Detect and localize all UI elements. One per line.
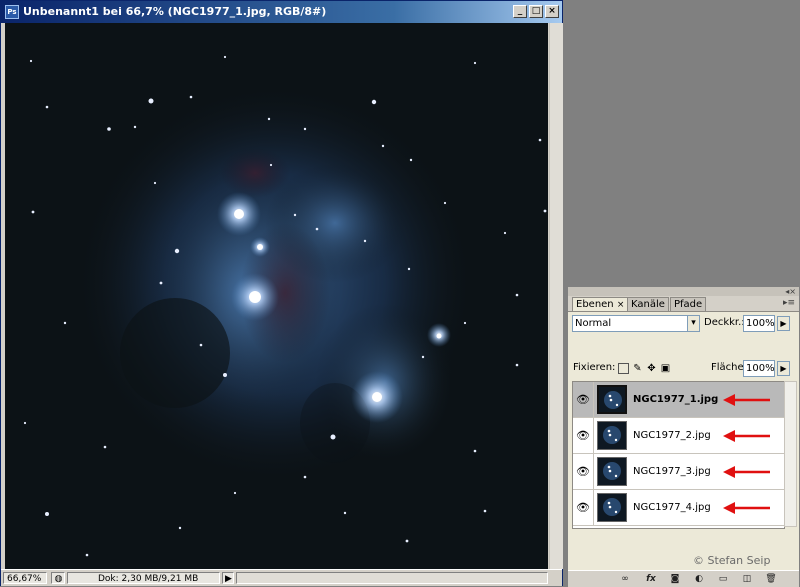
red-arrow-annotation	[723, 430, 770, 442]
layers-list: 👁 NGC1977_1.jpg 👁 NGC1977_2.jpg 👁 NGC197…	[572, 381, 785, 529]
opacity-slider-button[interactable]: ▶	[777, 316, 790, 331]
layer-name[interactable]: NGC1977_4.jpg	[633, 490, 711, 525]
layers-panel: ◂× Ebenen × Kanäle Pfade ▸≡ Normal ▾ Dec…	[567, 286, 800, 587]
layer-row[interactable]: 👁 NGC1977_2.jpg	[573, 418, 784, 454]
layer-thumbnail	[597, 421, 627, 450]
layer-thumbnail	[597, 457, 627, 486]
tab-kanaele[interactable]: Kanäle	[627, 297, 669, 311]
photoshop-app-icon: Ps	[5, 5, 19, 19]
lock-position-move-icon[interactable]: ✥	[646, 363, 657, 374]
layer-row[interactable]: 👁 NGC1977_3.jpg	[573, 454, 784, 490]
red-arrow-annotation	[723, 502, 770, 514]
layer-thumbnail	[597, 493, 627, 522]
red-arrow-annotation	[723, 466, 770, 478]
layer-row[interactable]: 👁 NGC1977_1.jpg	[573, 382, 784, 418]
document-horizontal-scrollbar[interactable]	[236, 572, 548, 584]
zoom-info-icon[interactable]: ◍	[51, 572, 65, 584]
minimize-button[interactable]: _	[513, 5, 527, 18]
fill-input[interactable]: 100%	[743, 360, 775, 377]
new-layer-icon[interactable]: ◫	[740, 573, 754, 585]
eye-visibility-icon[interactable]: 👁	[573, 454, 594, 489]
eye-visibility-icon[interactable]: 👁	[573, 382, 594, 417]
layer-thumbnail	[597, 385, 627, 414]
image-canvas[interactable]	[5, 23, 548, 569]
layers-list-scrollbar[interactable]	[784, 381, 797, 527]
lock-label: Fixieren:	[573, 362, 616, 373]
panel-options-menu-icon[interactable]: ▸≡	[783, 298, 795, 308]
link-icon[interactable]: ∞	[618, 573, 632, 585]
layers-panel-body: Normal ▾ Deckkr.: 100% ▶ Fixieren: ✎ ✥ ▣…	[568, 311, 799, 587]
fill-slider-button[interactable]: ▶	[777, 361, 790, 376]
copyright-credit: © Stefan Seip	[693, 554, 771, 567]
opacity-label: Deckkr.:	[704, 317, 745, 328]
panel-drag-bar[interactable]: ◂×	[568, 287, 799, 296]
mask-icon[interactable]: ◙	[668, 573, 682, 585]
layer-row[interactable]: 👁 NGC1977_4.jpg	[573, 490, 784, 526]
document-size-info: Dok: 2,30 MB/9,21 MB	[67, 572, 220, 584]
layer-name[interactable]: NGC1977_1.jpg	[633, 382, 718, 417]
tab-pfade[interactable]: Pfade	[670, 297, 707, 311]
zoom-field[interactable]: 66,67%	[3, 572, 47, 584]
red-arrow-annotation	[723, 394, 770, 406]
status-menu-arrow-icon[interactable]: ▶	[222, 572, 234, 584]
layer-name[interactable]: NGC1977_3.jpg	[633, 454, 711, 489]
nebula-image	[5, 23, 548, 569]
group-icon[interactable]: ▭	[716, 573, 730, 585]
document-window: Ps Unbenannt1 bei 66,7% (NGC1977_1.jpg, …	[0, 0, 563, 586]
close-button[interactable]: ×	[545, 5, 559, 18]
eye-visibility-icon[interactable]: 👁	[573, 490, 594, 525]
fill-label: Fläche:	[711, 362, 748, 373]
layers-panel-footer: ∞ fx ◙ ◐ ▭ ◫ 🗑	[568, 570, 799, 587]
eye-visibility-icon[interactable]: 👁	[573, 418, 594, 453]
document-statusbar: 66,67% ◍ Dok: 2,30 MB/9,21 MB ▶	[1, 569, 562, 586]
lock-all-padlock-icon[interactable]: ▣	[660, 363, 671, 374]
panel-close-icon[interactable]: ◂×	[785, 287, 796, 296]
document-vertical-scrollbar[interactable]	[549, 23, 563, 569]
opacity-input[interactable]: 100%	[743, 315, 775, 332]
tab-ebenen[interactable]: Ebenen ×	[572, 297, 629, 312]
document-title: Unbenannt1 bei 66,7% (NGC1977_1.jpg, RGB…	[23, 5, 327, 18]
trash-icon[interactable]: 🗑	[764, 573, 778, 585]
lock-transparency-icon[interactable]	[618, 363, 629, 374]
layer-name[interactable]: NGC1977_2.jpg	[633, 418, 711, 453]
lock-image-brush-icon[interactable]: ✎	[632, 363, 643, 374]
document-titlebar[interactable]: Ps Unbenannt1 bei 66,7% (NGC1977_1.jpg, …	[1, 1, 562, 23]
maximize-button[interactable]: □	[529, 5, 543, 18]
fx-icon[interactable]: fx	[644, 573, 658, 585]
adjustment-icon[interactable]: ◐	[692, 573, 706, 585]
blend-mode-select[interactable]: Normal ▾	[572, 315, 700, 332]
chevron-down-icon: ▾	[687, 316, 699, 331]
tab-close-icon[interactable]: ×	[617, 300, 625, 310]
